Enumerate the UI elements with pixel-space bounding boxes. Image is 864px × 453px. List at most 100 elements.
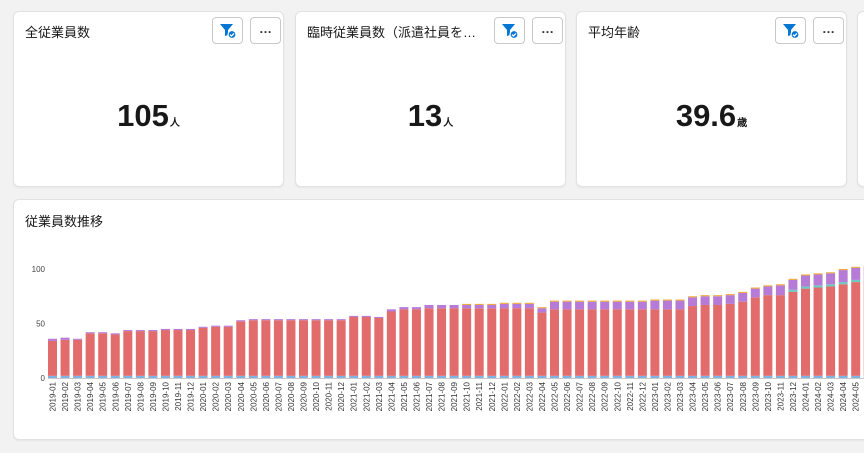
bar-segment[interactable] <box>587 309 597 376</box>
bar-segment[interactable] <box>85 375 95 378</box>
bar-segment[interactable] <box>688 375 698 378</box>
bar-segment[interactable] <box>148 331 158 376</box>
bar-segment[interactable] <box>801 286 810 289</box>
bar-segment[interactable] <box>85 333 95 376</box>
bar-segment[interactable] <box>474 304 484 309</box>
bar-segment[interactable] <box>688 306 698 376</box>
bar-segment[interactable] <box>851 375 861 378</box>
bar-segment[interactable] <box>449 308 459 376</box>
bar-segment[interactable] <box>499 302 509 304</box>
bar-segment[interactable] <box>361 316 371 376</box>
bar-segment[interactable] <box>675 300 685 310</box>
bar-segment[interactable] <box>487 375 497 378</box>
bar-segment[interactable] <box>775 284 785 286</box>
bar-segment[interactable] <box>763 295 773 376</box>
bar-segment[interactable] <box>261 375 271 378</box>
bar-segment[interactable] <box>688 297 698 307</box>
bar-segment[interactable] <box>248 320 258 376</box>
bar-segment[interactable] <box>48 375 57 378</box>
bar-segment[interactable] <box>123 331 133 376</box>
bar-segment[interactable] <box>587 300 597 302</box>
bar-segment[interactable] <box>587 301 597 310</box>
bar-segment[interactable] <box>110 334 120 376</box>
bar-segment[interactable] <box>211 326 221 376</box>
bar-segment[interactable] <box>349 316 359 376</box>
bar-segment[interactable] <box>73 338 83 340</box>
bar-segment[interactable] <box>763 286 773 296</box>
bar-segment[interactable] <box>110 333 120 335</box>
bar-segment[interactable] <box>725 375 735 378</box>
bar-segment[interactable] <box>361 315 371 317</box>
bar-segment[interactable] <box>775 295 785 376</box>
bar-segment[interactable] <box>160 330 170 376</box>
bar-segment[interactable] <box>637 300 647 302</box>
bar-segment[interactable] <box>186 375 196 378</box>
bar-segment[interactable] <box>612 309 622 376</box>
bar-segment[interactable] <box>311 375 321 378</box>
bar-segment[interactable] <box>550 301 559 310</box>
bar-segment[interactable] <box>286 320 296 376</box>
bar-segment[interactable] <box>374 318 384 376</box>
bar-segment[interactable] <box>324 319 334 321</box>
bar-segment[interactable] <box>98 375 108 378</box>
bar-segment[interactable] <box>713 375 723 378</box>
bar-segment[interactable] <box>700 304 710 376</box>
bar-segment[interactable] <box>750 287 760 289</box>
bar-segment[interactable] <box>73 375 83 378</box>
bar-segment[interactable] <box>788 291 798 376</box>
bar-segment[interactable] <box>135 331 145 376</box>
bar-segment[interactable] <box>60 337 70 340</box>
bar-segment[interactable] <box>625 375 635 378</box>
bar-segment[interactable] <box>700 375 710 378</box>
bar-segment[interactable] <box>625 309 635 376</box>
bar-segment[interactable] <box>524 308 534 376</box>
bar-segment[interactable] <box>713 296 723 305</box>
bar-segment[interactable] <box>826 375 836 378</box>
bar-segment[interactable] <box>386 309 396 312</box>
bar-segment[interactable] <box>211 325 221 327</box>
bar-segment[interactable] <box>399 375 409 378</box>
bar-segment[interactable] <box>813 287 823 376</box>
bar-segment[interactable] <box>499 308 509 376</box>
bar-segment[interactable] <box>725 294 735 296</box>
bar-segment[interactable] <box>675 375 685 378</box>
bar-segment[interactable] <box>349 375 359 378</box>
bar-segment[interactable] <box>587 375 597 378</box>
bar-segment[interactable] <box>60 339 70 376</box>
bar-segment[interactable] <box>675 299 685 301</box>
bar-segment[interactable] <box>524 303 534 309</box>
bar-segment[interactable] <box>135 330 145 332</box>
bar-segment[interactable] <box>324 320 334 376</box>
bar-segment[interactable] <box>449 375 459 378</box>
bar-segment[interactable] <box>248 375 258 378</box>
bar-segment[interactable] <box>750 288 760 298</box>
bar-segment[interactable] <box>650 309 660 376</box>
bar-segment[interactable] <box>550 375 559 378</box>
bar-segment[interactable] <box>713 304 723 376</box>
bar-segment[interactable] <box>788 289 798 292</box>
bar-segment[interactable] <box>662 299 672 301</box>
bar-segment[interactable] <box>160 328 170 331</box>
bar-segment[interactable] <box>311 320 321 376</box>
bar-segment[interactable] <box>826 284 836 287</box>
bar-segment[interactable] <box>600 309 610 376</box>
bar-segment[interactable] <box>562 300 572 302</box>
bar-segment[interactable] <box>801 375 810 378</box>
bar-segment[interactable] <box>123 375 133 378</box>
bar-segment[interactable] <box>223 325 233 327</box>
bar-segment[interactable] <box>198 326 208 328</box>
bar-segment[interactable] <box>110 375 120 378</box>
bar-segment[interactable] <box>48 340 57 376</box>
bar-segment[interactable] <box>550 309 559 376</box>
bar-segment[interactable] <box>386 311 396 376</box>
bar-segment[interactable] <box>826 286 836 376</box>
bar-segment[interactable] <box>236 320 246 322</box>
bar-segment[interactable] <box>637 375 647 378</box>
bar-segment[interactable] <box>775 285 785 296</box>
bar-segment[interactable] <box>474 303 484 305</box>
bar-segment[interactable] <box>160 375 170 378</box>
bar-segment[interactable] <box>487 304 497 309</box>
bar-segment[interactable] <box>512 302 522 304</box>
bar-segment[interactable] <box>838 269 848 271</box>
bar-segment[interactable] <box>487 303 497 305</box>
